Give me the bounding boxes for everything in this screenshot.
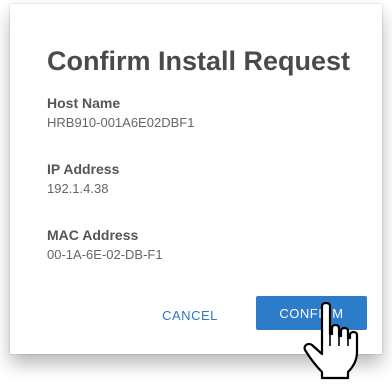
ip-address-label: IP Address bbox=[47, 161, 120, 177]
mac-address-label: MAC Address bbox=[47, 227, 139, 243]
host-name-field: Host Name HRB910-001A6E02DBF1 bbox=[47, 94, 194, 132]
cancel-button[interactable]: CANCEL bbox=[150, 300, 230, 330]
host-name-label: Host Name bbox=[47, 95, 121, 111]
mac-address-field: MAC Address 00-1A-6E-02-DB-F1 bbox=[47, 226, 163, 264]
pointing-hand-cursor-icon bbox=[303, 301, 359, 380]
dialog-title: Confirm Install Request bbox=[47, 46, 351, 76]
ip-address-value: 192.1.4.38 bbox=[47, 181, 109, 196]
mac-address-value: 00-1A-6E-02-DB-F1 bbox=[47, 247, 163, 262]
host-name-value: HRB910-001A6E02DBF1 bbox=[47, 115, 195, 130]
stage: Confirm Install Request Host Name HRB910… bbox=[0, 0, 392, 388]
ip-address-field: IP Address 192.1.4.38 bbox=[47, 160, 119, 198]
